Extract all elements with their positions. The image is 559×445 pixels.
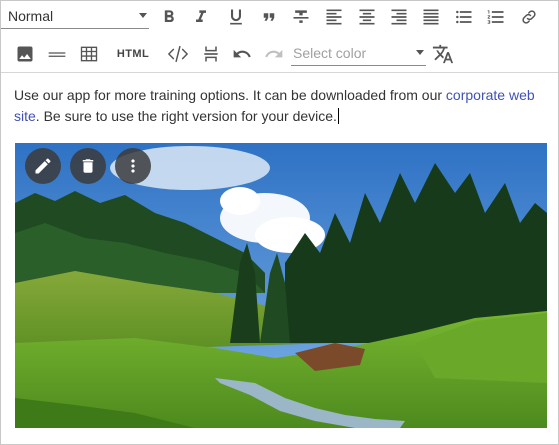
more-options-button[interactable] bbox=[115, 148, 151, 184]
horizontal-rule-icon bbox=[48, 52, 66, 57]
strikethrough-button[interactable] bbox=[289, 1, 313, 33]
block-format-value: Normal bbox=[8, 7, 54, 24]
strikethrough-icon bbox=[293, 10, 309, 23]
align-justify-button[interactable] bbox=[419, 1, 443, 33]
blockquote-icon bbox=[263, 13, 275, 21]
paragraph-text-after-link: . Be sure to use the right version for y… bbox=[35, 108, 337, 124]
underline-button[interactable] bbox=[224, 1, 248, 33]
image-actions bbox=[25, 148, 151, 184]
code-icon bbox=[168, 45, 188, 63]
bulleted-list-button[interactable] bbox=[452, 1, 476, 33]
color-select[interactable]: Select color bbox=[291, 40, 426, 66]
delete-image-button[interactable] bbox=[70, 148, 106, 184]
page-break-button[interactable] bbox=[199, 38, 223, 70]
paragraph-text-before-link: Use our app for more training options. I… bbox=[14, 87, 446, 103]
landscape-image-picture bbox=[15, 143, 547, 428]
text-cursor bbox=[337, 108, 339, 124]
chevron-down-icon bbox=[416, 50, 424, 55]
italic-icon bbox=[196, 10, 206, 22]
landscape-image[interactable] bbox=[15, 143, 547, 428]
link-button[interactable] bbox=[517, 1, 541, 33]
rich-text-editor: Normal HTML Select color Use our app for… bbox=[0, 0, 559, 445]
html-button[interactable]: HTML bbox=[113, 38, 153, 70]
align-justify-icon bbox=[423, 9, 439, 25]
align-left-icon bbox=[326, 9, 342, 25]
translate-icon bbox=[432, 44, 454, 64]
undo-icon bbox=[233, 49, 251, 58]
toolbar-row-2: HTML Select color bbox=[1, 38, 558, 70]
insert-table-button[interactable] bbox=[77, 38, 101, 70]
numbered-list-button[interactable] bbox=[484, 1, 508, 33]
numbered-list-icon bbox=[487, 10, 504, 24]
page-break-icon bbox=[204, 46, 218, 62]
undo-button[interactable] bbox=[230, 38, 254, 70]
color-select-placeholder: Select color bbox=[293, 44, 367, 61]
align-left-button[interactable] bbox=[322, 1, 346, 33]
block-format-select[interactable]: Normal bbox=[1, 3, 149, 29]
bold-button[interactable] bbox=[157, 1, 181, 33]
code-button[interactable] bbox=[164, 38, 192, 70]
horizontal-rule-button[interactable] bbox=[45, 38, 69, 70]
align-right-icon bbox=[391, 9, 407, 25]
image-icon bbox=[17, 46, 33, 62]
editor-content[interactable]: Use our app for more training options. I… bbox=[14, 85, 545, 127]
align-right-button[interactable] bbox=[387, 1, 411, 33]
delete-icon bbox=[82, 159, 94, 173]
bulleted-list-icon bbox=[456, 10, 472, 24]
edit-image-button[interactable] bbox=[25, 148, 61, 184]
edit-icon bbox=[35, 158, 51, 174]
align-center-button[interactable] bbox=[355, 1, 379, 33]
translate-button[interactable] bbox=[430, 38, 456, 70]
editor-toolbar: Normal HTML Select color bbox=[1, 1, 558, 73]
toolbar-row-1: Normal bbox=[1, 1, 558, 33]
table-icon bbox=[80, 46, 98, 62]
chevron-down-icon bbox=[139, 13, 147, 18]
align-center-icon bbox=[359, 9, 375, 25]
underline-icon bbox=[230, 9, 242, 25]
italic-button[interactable] bbox=[189, 1, 213, 33]
bold-icon bbox=[164, 10, 174, 22]
insert-image-button[interactable] bbox=[13, 38, 37, 70]
link-icon bbox=[522, 10, 536, 24]
html-button-label: HTML bbox=[116, 48, 150, 60]
more-vert-icon bbox=[131, 159, 135, 173]
redo-button[interactable] bbox=[262, 38, 286, 70]
redo-icon bbox=[265, 49, 283, 58]
blockquote-button[interactable] bbox=[257, 1, 281, 33]
